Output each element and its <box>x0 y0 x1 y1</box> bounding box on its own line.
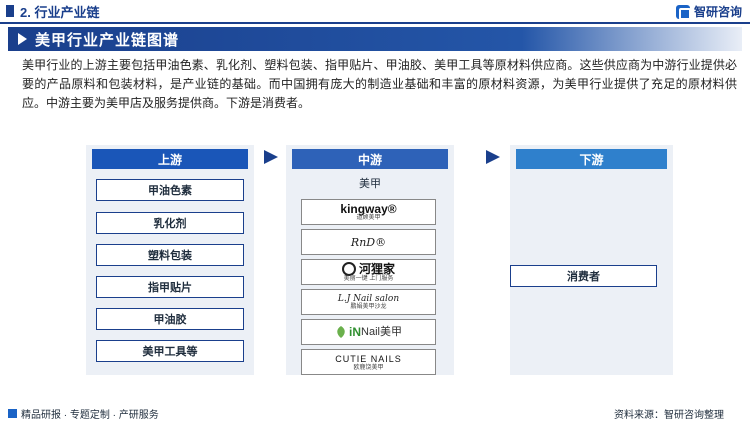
midstream-label: 美甲 <box>359 178 381 190</box>
banner: 美甲行业产业链图谱 <box>8 27 742 51</box>
footer-tagline: 精品研报 · 专题定制 · 产研服务 <box>8 406 159 421</box>
lj-nail-salon-logo: L.J Nail salon 鹏娟美甲沙龙 <box>301 289 436 315</box>
upstream-header: 上游 <box>92 149 248 169</box>
upstream-item: 甲油色素 <box>96 179 244 201</box>
upstream-panel: 上游 甲油色素 乳化剂 塑料包装 指甲贴片 甲油胶 美甲工具等 <box>86 145 254 375</box>
upstream-item: 指甲贴片 <box>96 276 244 298</box>
upstream-item: 甲油胶 <box>96 308 244 330</box>
top-header: 2. 行业产业链 智研咨询 <box>0 0 750 22</box>
footer-tagline-text: 精品研报 · 专题定制 · 产研服务 <box>21 410 159 421</box>
logo-name: 河狸家 <box>358 261 395 276</box>
intro-text: 美甲行业的上游主要包括甲油色素、乳化剂、塑料包装、指甲贴片、甲油胶、美甲工具等原… <box>22 58 737 110</box>
leaf-icon <box>337 326 345 338</box>
header-divider <box>0 22 750 24</box>
hand-icon <box>341 261 356 276</box>
brand-mark-icon <box>8 409 17 418</box>
midstream-panel: 中游 美甲 kingway® 道顾美甲 RnD® 河狸家 美丽一键 上门服务 L… <box>286 145 454 375</box>
brand: 智研咨询 <box>675 3 742 20</box>
logo-name: kingway® <box>340 201 397 216</box>
logo-subtitle: 美丽一键 上门服务 <box>343 275 394 282</box>
banner-title: 美甲行业产业链图谱 <box>35 31 180 49</box>
rnd-logo: RnD® <box>301 229 436 255</box>
flow-arrow-icon <box>486 150 500 164</box>
downstream-panel: 下游 消费者 <box>510 145 673 375</box>
upstream-item: 美甲工具等 <box>96 340 244 362</box>
play-arrow-icon <box>18 33 27 45</box>
cutie-nails-logo: CUTIE NAILS 欧鹿饶美甲 <box>301 349 436 375</box>
logo-subtitle: 道顾美甲 <box>356 214 381 221</box>
logo-name: iN <box>349 325 362 339</box>
in-nail-logo: iN Nail美甲 <box>301 319 436 345</box>
logo-name-suffix: Nail美甲 <box>361 326 402 338</box>
kingway-logo: kingway® 道顾美甲 <box>301 199 436 225</box>
midstream-header: 中游 <box>292 149 448 169</box>
flow-arrow-icon <box>264 150 278 164</box>
logo-name: L.J Nail salon <box>337 293 400 304</box>
brand-logo-icon <box>675 4 691 20</box>
brand-name: 智研咨询 <box>693 5 742 19</box>
helijia-logo: 河狸家 美丽一键 上门服务 <box>301 259 436 285</box>
source-note: 资料来源：智研咨询整理 <box>614 410 724 421</box>
logo-name: RnD® <box>350 235 387 249</box>
downstream-header: 下游 <box>516 149 667 169</box>
logo-subtitle: 鹏娟美甲沙龙 <box>350 303 387 310</box>
upstream-item: 乳化剂 <box>96 212 244 234</box>
logo-name: CUTIE NAILS <box>335 353 402 364</box>
footer: 精品研报 · 专题定制 · 产研服务 资料来源：智研咨询整理 <box>0 404 750 421</box>
downstream-item: 消费者 <box>510 265 657 287</box>
section-title: 2. 行业产业链 <box>20 4 100 20</box>
logo-subtitle: 欧鹿饶美甲 <box>353 364 384 371</box>
upstream-item: 塑料包装 <box>96 244 244 266</box>
section-marker <box>6 5 14 17</box>
